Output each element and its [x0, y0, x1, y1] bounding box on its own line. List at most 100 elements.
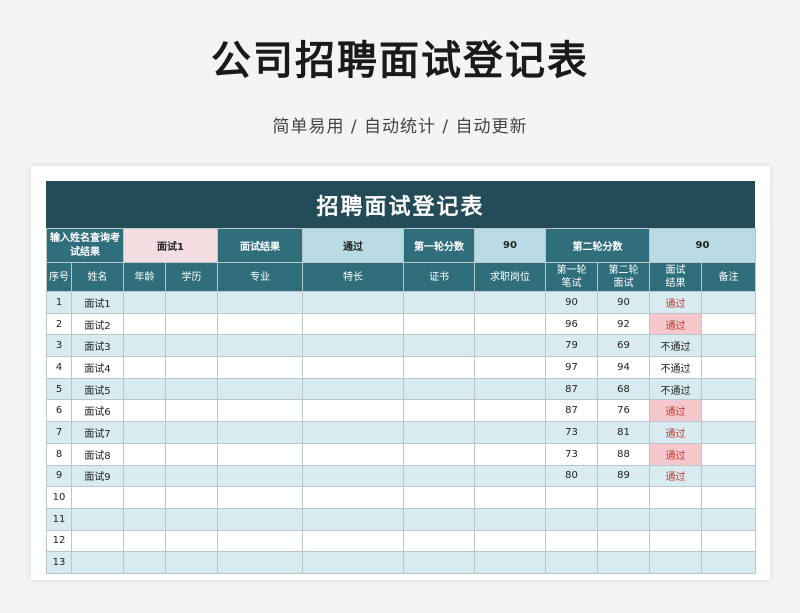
cell-cert[interactable] [403, 334, 475, 358]
cell-remark[interactable] [700, 334, 757, 358]
cell-name[interactable] [71, 507, 124, 531]
cell-remark[interactable] [700, 356, 757, 379]
col-remark[interactable]: 备注 [700, 262, 757, 292]
cell-name[interactable] [71, 529, 124, 553]
cell-round2[interactable]: 69 [597, 334, 650, 358]
cell-position[interactable] [474, 529, 546, 553]
cell-edu[interactable] [165, 399, 218, 423]
cell-age[interactable] [123, 334, 166, 358]
cell-remark[interactable] [700, 551, 757, 574]
cell-round1[interactable] [545, 529, 598, 553]
cell-age[interactable] [123, 464, 166, 488]
cell-major[interactable] [217, 334, 303, 358]
cell-major[interactable] [217, 507, 303, 531]
cell-round1[interactable] [545, 507, 598, 531]
cell-position[interactable] [474, 442, 546, 466]
cell-major[interactable] [217, 421, 303, 444]
cell-skill[interactable] [302, 377, 404, 401]
cell-round1[interactable]: 87 [545, 399, 598, 423]
col-edu[interactable]: 学历 [165, 262, 218, 292]
cell-edu[interactable] [165, 486, 218, 509]
cell-skill[interactable] [302, 334, 404, 358]
cell-cert[interactable] [403, 291, 475, 314]
cell-remark[interactable] [700, 486, 757, 509]
cell-seq[interactable]: 13 [46, 551, 72, 574]
cell-age[interactable] [123, 291, 166, 314]
cell-seq[interactable]: 6 [46, 399, 72, 423]
cell-edu[interactable] [165, 442, 218, 466]
cell-seq[interactable]: 9 [46, 464, 72, 488]
cell-major[interactable] [217, 356, 303, 379]
col-name[interactable]: 姓名 [71, 262, 124, 292]
col-age[interactable]: 年龄 [123, 262, 166, 292]
cell-cert[interactable] [403, 421, 475, 444]
cell-position[interactable] [474, 551, 546, 574]
cell-round1[interactable]: 73 [545, 442, 598, 466]
cell-position[interactable] [474, 377, 546, 401]
cell-edu[interactable] [165, 529, 218, 553]
cell-major[interactable] [217, 442, 303, 466]
cell-result[interactable]: 通过 [649, 312, 702, 336]
cell-round2[interactable]: 68 [597, 377, 650, 401]
cell-remark[interactable] [700, 291, 757, 314]
cell-result[interactable]: 通过 [649, 442, 702, 466]
cell-remark[interactable] [700, 312, 757, 336]
cell-round2[interactable] [597, 486, 650, 509]
cell-position[interactable] [474, 464, 546, 488]
cell-name[interactable]: 面试7 [71, 421, 124, 444]
col-round2[interactable]: 第二轮面试 [597, 262, 650, 292]
cell-result[interactable]: 通过 [649, 399, 702, 423]
cell-remark[interactable] [700, 464, 757, 488]
cell-age[interactable] [123, 421, 166, 444]
cell-remark[interactable] [700, 507, 757, 531]
cell-major[interactable] [217, 529, 303, 553]
cell-age[interactable] [123, 507, 166, 531]
cell-round2[interactable]: 94 [597, 356, 650, 379]
cell-edu[interactable] [165, 421, 218, 444]
col-major[interactable]: 专业 [217, 262, 303, 292]
cell-round2[interactable]: 89 [597, 464, 650, 488]
cell-cert[interactable] [403, 442, 475, 466]
cell-result[interactable]: 通过 [649, 464, 702, 488]
cell-edu[interactable] [165, 377, 218, 401]
cell-result[interactable]: 不通过 [649, 377, 702, 401]
cell-round1[interactable]: 87 [545, 377, 598, 401]
cell-cert[interactable] [403, 399, 475, 423]
cell-seq[interactable]: 10 [46, 486, 72, 509]
cell-remark[interactable] [700, 421, 757, 444]
cell-result[interactable] [649, 507, 702, 531]
cell-round2[interactable]: 92 [597, 312, 650, 336]
cell-position[interactable] [474, 421, 546, 444]
cell-major[interactable] [217, 312, 303, 336]
cell-seq[interactable]: 11 [46, 507, 72, 531]
cell-round2[interactable]: 88 [597, 442, 650, 466]
cell-major[interactable] [217, 291, 303, 314]
cell-cert[interactable] [403, 312, 475, 336]
cell-seq[interactable]: 2 [46, 312, 72, 336]
cell-round2[interactable] [597, 551, 650, 574]
cell-cert[interactable] [403, 507, 475, 531]
cell-edu[interactable] [165, 507, 218, 531]
cell-name[interactable]: 面试4 [71, 356, 124, 379]
cell-seq[interactable]: 5 [46, 377, 72, 401]
cell-major[interactable] [217, 551, 303, 574]
cell-seq[interactable]: 3 [46, 334, 72, 358]
cell-round2[interactable] [597, 507, 650, 531]
cell-result[interactable]: 通过 [649, 421, 702, 444]
cell-name[interactable] [71, 551, 124, 574]
cell-position[interactable] [474, 291, 546, 314]
cell-edu[interactable] [165, 551, 218, 574]
cell-remark[interactable] [700, 529, 757, 553]
cell-major[interactable] [217, 486, 303, 509]
cell-major[interactable] [217, 399, 303, 423]
cell-remark[interactable] [700, 399, 757, 423]
cell-skill[interactable] [302, 464, 404, 488]
cell-cert[interactable] [403, 486, 475, 509]
cell-round1[interactable]: 80 [545, 464, 598, 488]
col-cert[interactable]: 证书 [403, 262, 475, 292]
cell-age[interactable] [123, 551, 166, 574]
cell-cert[interactable] [403, 464, 475, 488]
cell-name[interactable] [71, 486, 124, 509]
cell-age[interactable] [123, 399, 166, 423]
cell-round2[interactable]: 90 [597, 291, 650, 314]
